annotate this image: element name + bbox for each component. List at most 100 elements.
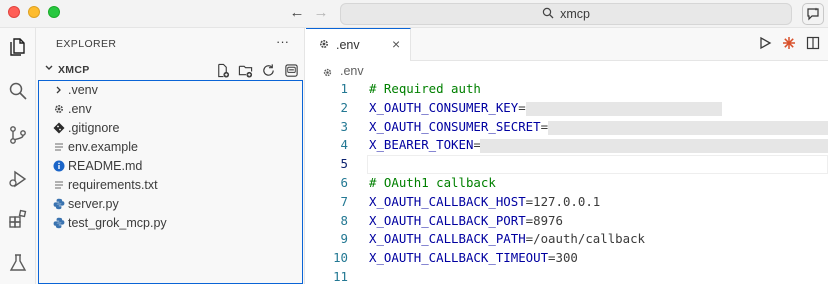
explorer-sidebar: EXPLORER ··· XMCP .venv .env .gitignore … <box>36 28 305 284</box>
code-line: 2 X_OAUTH_CONSUMER_KEY= <box>306 99 828 118</box>
split-editor-icon[interactable] <box>806 36 820 53</box>
code-comment: # Required auth <box>369 81 481 96</box>
line-number: 6 <box>340 175 348 190</box>
new-folder-icon[interactable] <box>237 62 253 78</box>
command-center-text: xmcp <box>560 7 590 21</box>
env-key: X_OAUTH_CONSUMER_KEY <box>369 99 519 115</box>
breadcrumb: .env <box>306 61 828 81</box>
tree-item-env[interactable]: .env <box>39 100 302 119</box>
tree-item-label: env.example <box>68 140 138 154</box>
info-icon <box>52 159 66 173</box>
redacted-value <box>526 101 722 116</box>
extensions-icon[interactable] <box>0 204 36 234</box>
env-equals: = <box>548 250 556 266</box>
env-value: /oauth/callback <box>533 231 646 247</box>
chevron-down-icon <box>44 63 54 76</box>
redacted-value <box>548 120 828 135</box>
python-icon <box>52 216 66 230</box>
tree-item-test-grok-mcp[interactable]: test_grok_mcp.py <box>39 214 302 233</box>
file-lines-icon <box>52 178 66 192</box>
code-line: 10 X_OAUTH_CALLBACK_TIMEOUT=300 <box>306 249 828 268</box>
testing-icon[interactable] <box>0 248 36 278</box>
tree-item-label: .gitignore <box>68 121 120 135</box>
gear-icon <box>322 66 333 81</box>
code-comment: # OAuth1 callback <box>369 175 496 190</box>
run-debug-icon[interactable] <box>0 164 36 194</box>
tree-item-env-example[interactable]: env.example <box>39 138 302 157</box>
close-window-button[interactable] <box>8 6 20 18</box>
explorer-icon[interactable] <box>0 32 36 62</box>
line-number: 2 <box>340 99 348 115</box>
code-line: 8 X_OAUTH_CALLBACK_PORT=8976 <box>306 212 828 231</box>
env-equals: = <box>525 193 534 209</box>
line-number: 9 <box>340 231 348 247</box>
folder-header[interactable]: XMCP <box>36 60 305 80</box>
tree-item-server[interactable]: server.py <box>39 195 302 214</box>
collapse-all-icon[interactable] <box>283 62 299 78</box>
python-icon <box>52 197 66 211</box>
line-number: 4 <box>340 137 348 153</box>
tab-env[interactable]: .env × <box>306 28 411 61</box>
run-icon[interactable] <box>758 36 772 53</box>
code-line: 11 <box>306 268 828 284</box>
title-bar: ← → xmcp <box>0 0 828 28</box>
line-number: 5 <box>340 156 348 172</box>
line-number: 7 <box>340 193 348 209</box>
new-file-icon[interactable] <box>214 62 230 78</box>
explorer-title: EXPLORER <box>56 38 117 50</box>
tree-item-venv[interactable]: .venv <box>39 81 302 100</box>
tree-item-label: README.md <box>68 159 143 173</box>
search-icon[interactable] <box>0 76 36 106</box>
code-line-current: 5 <box>306 155 828 174</box>
activity-bar <box>0 28 36 284</box>
code-line: 1 # Required auth <box>306 80 828 99</box>
more-actions-icon[interactable]: ··· <box>276 34 289 49</box>
env-value: 300 <box>555 250 578 266</box>
sparkle-icon[interactable] <box>782 36 796 53</box>
tree-item-label: test_grok_mcp.py <box>68 216 167 230</box>
file-tree: .venv .env .gitignore env.example README… <box>38 80 303 284</box>
env-value: 8976 <box>533 212 563 228</box>
source-control-icon[interactable] <box>0 120 36 150</box>
tree-item-label: server.py <box>68 197 119 211</box>
code-line: 6 # OAuth1 callback <box>306 174 828 193</box>
gear-icon <box>318 38 330 53</box>
editor-tab-bar: .env × <box>306 28 828 61</box>
tree-item-requirements[interactable]: requirements.txt <box>39 176 302 195</box>
code-line: 7 X_OAUTH_CALLBACK_HOST=127.0.0.1 <box>306 193 828 212</box>
line-number: 8 <box>340 212 348 228</box>
tab-label: .env <box>336 38 360 52</box>
folder-name: XMCP <box>58 64 90 76</box>
code-line: 3 X_OAUTH_CONSUMER_SECRET= <box>306 118 828 137</box>
line-number: 11 <box>333 269 348 284</box>
chat-icon[interactable] <box>802 3 824 25</box>
env-equals: = <box>518 99 526 115</box>
env-key: X_OAUTH_CALLBACK_TIMEOUT <box>369 250 549 266</box>
current-line-highlight <box>367 155 828 174</box>
maximize-window-button[interactable] <box>48 6 60 18</box>
redacted-value <box>480 139 828 154</box>
tree-item-label: .venv <box>68 83 98 97</box>
code-line: 4 X_BEARER_TOKEN= <box>306 136 828 155</box>
chevron-right-icon <box>52 83 66 97</box>
tree-item-label: .env <box>68 102 92 116</box>
tree-item-label: requirements.txt <box>68 178 158 192</box>
refresh-icon[interactable] <box>260 62 276 78</box>
arrow-left-icon[interactable]: ← <box>288 4 306 22</box>
env-key: X_OAUTH_CALLBACK_PORT <box>369 212 526 228</box>
env-value: 127.0.0.1 <box>533 193 601 209</box>
tree-item-readme[interactable]: README.md <box>39 157 302 176</box>
breadcrumb-item[interactable]: .env <box>340 64 364 78</box>
close-icon[interactable]: × <box>392 36 400 52</box>
minimize-window-button[interactable] <box>28 6 40 18</box>
code-editor[interactable]: 1 # Required auth 2 X_OAUTH_CONSUMER_KEY… <box>306 80 828 284</box>
search-icon <box>542 5 554 25</box>
env-key: X_OAUTH_CALLBACK_PATH <box>369 231 526 247</box>
tree-item-gitignore[interactable]: .gitignore <box>39 119 302 138</box>
env-equals: = <box>525 231 534 247</box>
command-center-search[interactable]: xmcp <box>340 3 792 25</box>
line-number: 10 <box>333 250 348 266</box>
arrow-right-icon[interactable]: → <box>312 4 330 22</box>
env-key: X_OAUTH_CALLBACK_HOST <box>369 193 526 209</box>
env-key: X_OAUTH_CONSUMER_SECRET <box>369 118 541 134</box>
